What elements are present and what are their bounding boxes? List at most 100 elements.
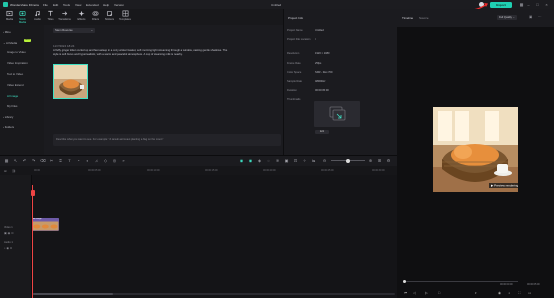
menu-tools[interactable]: Tools [63, 3, 70, 7]
stop-icon[interactable]: □ [438, 291, 440, 295]
edit-thumbnail-button[interactable]: Edit [315, 130, 329, 134]
close-icon[interactable]: × [544, 2, 549, 7]
tab-timeline-preview[interactable]: Timeline [402, 16, 413, 20]
timeline-clip[interactable]: AI image [32, 218, 59, 231]
timeline-ruler[interactable] [0, 166, 397, 175]
timeline-settings-icon[interactable]: ⚙ [386, 158, 391, 163]
model-dropdown[interactable]: Stem Reverse ⌄ [53, 28, 95, 33]
tab-stickers[interactable]: Stickers [103, 10, 116, 24]
document-title: Untitled [271, 2, 282, 7]
sidebar-label: Mine [4, 30, 11, 34]
menu-file[interactable]: File [43, 3, 48, 7]
delete-icon[interactable]: ⌫ [40, 158, 46, 163]
tab-media[interactable]: Media [3, 10, 16, 24]
layout-icon[interactable]: ▦ [519, 2, 524, 7]
filters-icon [92, 11, 99, 16]
prev-frame-icon[interactable]: ⏮ [404, 291, 407, 295]
menu-version[interactable]: Version [114, 3, 124, 7]
tab-label: Audio [34, 18, 41, 21]
zoom-out-icon[interactable]: ⊖ [322, 158, 327, 163]
tab-audio[interactable]: Audio [31, 10, 44, 24]
magnet-snap-icon[interactable]: ◉ [248, 158, 253, 163]
add-track-icon[interactable]: ⊞ [4, 169, 7, 173]
tab-templates[interactable]: Templates [117, 10, 133, 24]
sidebar-item-my-files[interactable]: My Files [7, 104, 17, 108]
screen-record-icon[interactable]: ▣ [284, 158, 289, 163]
redo-icon[interactable]: ↷ [31, 158, 36, 163]
generated-image-thumbnail[interactable] [53, 64, 88, 99]
maximize-icon[interactable]: □ [535, 2, 540, 7]
quality-dropdown[interactable]: Full Quality ⌄ [497, 15, 517, 20]
preview-progress-handle[interactable] [403, 279, 406, 283]
split-icon[interactable]: ✂ [49, 158, 54, 163]
video-preview[interactable]: ▶ Preview rendering [433, 107, 518, 192]
sidebar-item-mine[interactable]: › Mine [3, 30, 11, 34]
menu-edit[interactable]: Edit [53, 3, 58, 7]
tab-effects[interactable]: Effects [75, 10, 88, 24]
audio-track-controls[interactable]: ♪ ◉ ⊙ [4, 246, 12, 250]
keyframe-icon[interactable]: ◇ [103, 158, 108, 163]
preview-progress-track[interactable] [404, 281, 518, 282]
color-icon[interactable]: ◐ [85, 158, 90, 163]
tab-stock-media[interactable]: Stock Media [16, 10, 29, 24]
dropdown-value: Stem Reverse [55, 28, 73, 32]
zoom-in-icon[interactable]: ⊕ [368, 158, 373, 163]
prompt-input[interactable]: Describe what you want to see. For examp… [53, 134, 281, 146]
marker-icon[interactable]: ◈ [257, 158, 262, 163]
tab-filters[interactable]: Filters [89, 10, 102, 24]
sidebar-item-library[interactable]: › Library [3, 115, 13, 119]
volume-icon[interactable]: ◖ [508, 291, 510, 295]
export-button[interactable]: Export [490, 2, 512, 8]
sidebar-item-text-to-video[interactable]: Text to Video [7, 72, 23, 76]
speed-icon[interactable]: ◔ [76, 158, 81, 163]
sidebar-item-ai-media[interactable]: ⌄ AI Media [3, 41, 17, 45]
timeline-zoom-handle[interactable] [346, 158, 350, 163]
play-icon[interactable]: ▷ [425, 291, 428, 295]
select-tool-icon[interactable]: ↖ [13, 158, 18, 163]
ruler-tick: 00:00:20:00 [263, 169, 276, 172]
layout-grid-icon[interactable]: ⊞ [377, 158, 382, 163]
sample-rate-label: Sample Rate [287, 80, 302, 83]
project-thumbnail[interactable] [314, 101, 360, 127]
playhead-handle[interactable] [30, 190, 35, 196]
transition-track-icon[interactable]: ⇋ [311, 158, 316, 163]
duration-value: 00:00:05:00 [315, 89, 329, 92]
timeline-tracks[interactable] [0, 175, 397, 298]
snapshot-icon[interactable]: ▣ [529, 15, 532, 19]
timeline-scrollbar-thumb[interactable] [33, 293, 113, 295]
mask-icon[interactable]: ◎ [112, 158, 117, 163]
crop-icon[interactable]: ⌗ [58, 158, 63, 163]
sidebar-item-ai-image[interactable]: AI Image [7, 94, 18, 98]
link-icon[interactable]: ⛓ [12, 169, 16, 173]
undo-icon[interactable]: ↶ [22, 158, 27, 163]
sidebar-item-video-inspiration[interactable]: Video Inspiration [7, 61, 28, 65]
audio-mixer-icon[interactable]: ≋ [275, 158, 280, 163]
zoom-select[interactable]: ▾ [475, 291, 477, 295]
sidebar-item-image-to-video[interactable]: Image to Video [7, 50, 26, 54]
project-location-label: Project File Location [287, 38, 311, 41]
effects-track-icon[interactable]: ✧ [302, 158, 307, 163]
text-icon[interactable]: T [67, 158, 72, 163]
render-icon[interactable]: ⊡ [293, 158, 298, 163]
sidebar-item-folders[interactable]: › Folders [3, 125, 14, 129]
fullscreen-icon[interactable]: ⛶ [518, 291, 520, 295]
playhead[interactable] [32, 185, 33, 298]
tab-titles[interactable]: Titles [44, 10, 57, 24]
ai-tool-icon[interactable]: ◉ [239, 158, 244, 163]
menu-help[interactable]: Help [103, 3, 109, 7]
voiceover-icon[interactable]: ◌ [266, 158, 271, 163]
tab-transitions[interactable]: Transitions [58, 10, 71, 24]
minimize-icon[interactable]: – [526, 2, 531, 7]
sidebar-item-video-extend[interactable]: Video Extend [7, 83, 24, 87]
menu-extended[interactable]: Extended [86, 3, 99, 7]
rewind-icon[interactable]: ◁ [413, 291, 416, 295]
grid-icon[interactable]: ▦ [4, 158, 9, 163]
more-tools-icon[interactable]: » [121, 158, 126, 163]
more-options-icon[interactable]: ⋯ [538, 15, 542, 19]
menu-view[interactable]: View [75, 3, 81, 7]
video-track-controls[interactable]: ▣ ◉ ⊙ [4, 231, 14, 235]
tab-source-preview[interactable]: Source [419, 16, 429, 20]
snapshot-camera-icon[interactable]: ◉ [498, 291, 501, 295]
audio-edit-icon[interactable]: ♫ [94, 158, 99, 163]
display-settings-icon[interactable]: ▭ [528, 291, 531, 295]
